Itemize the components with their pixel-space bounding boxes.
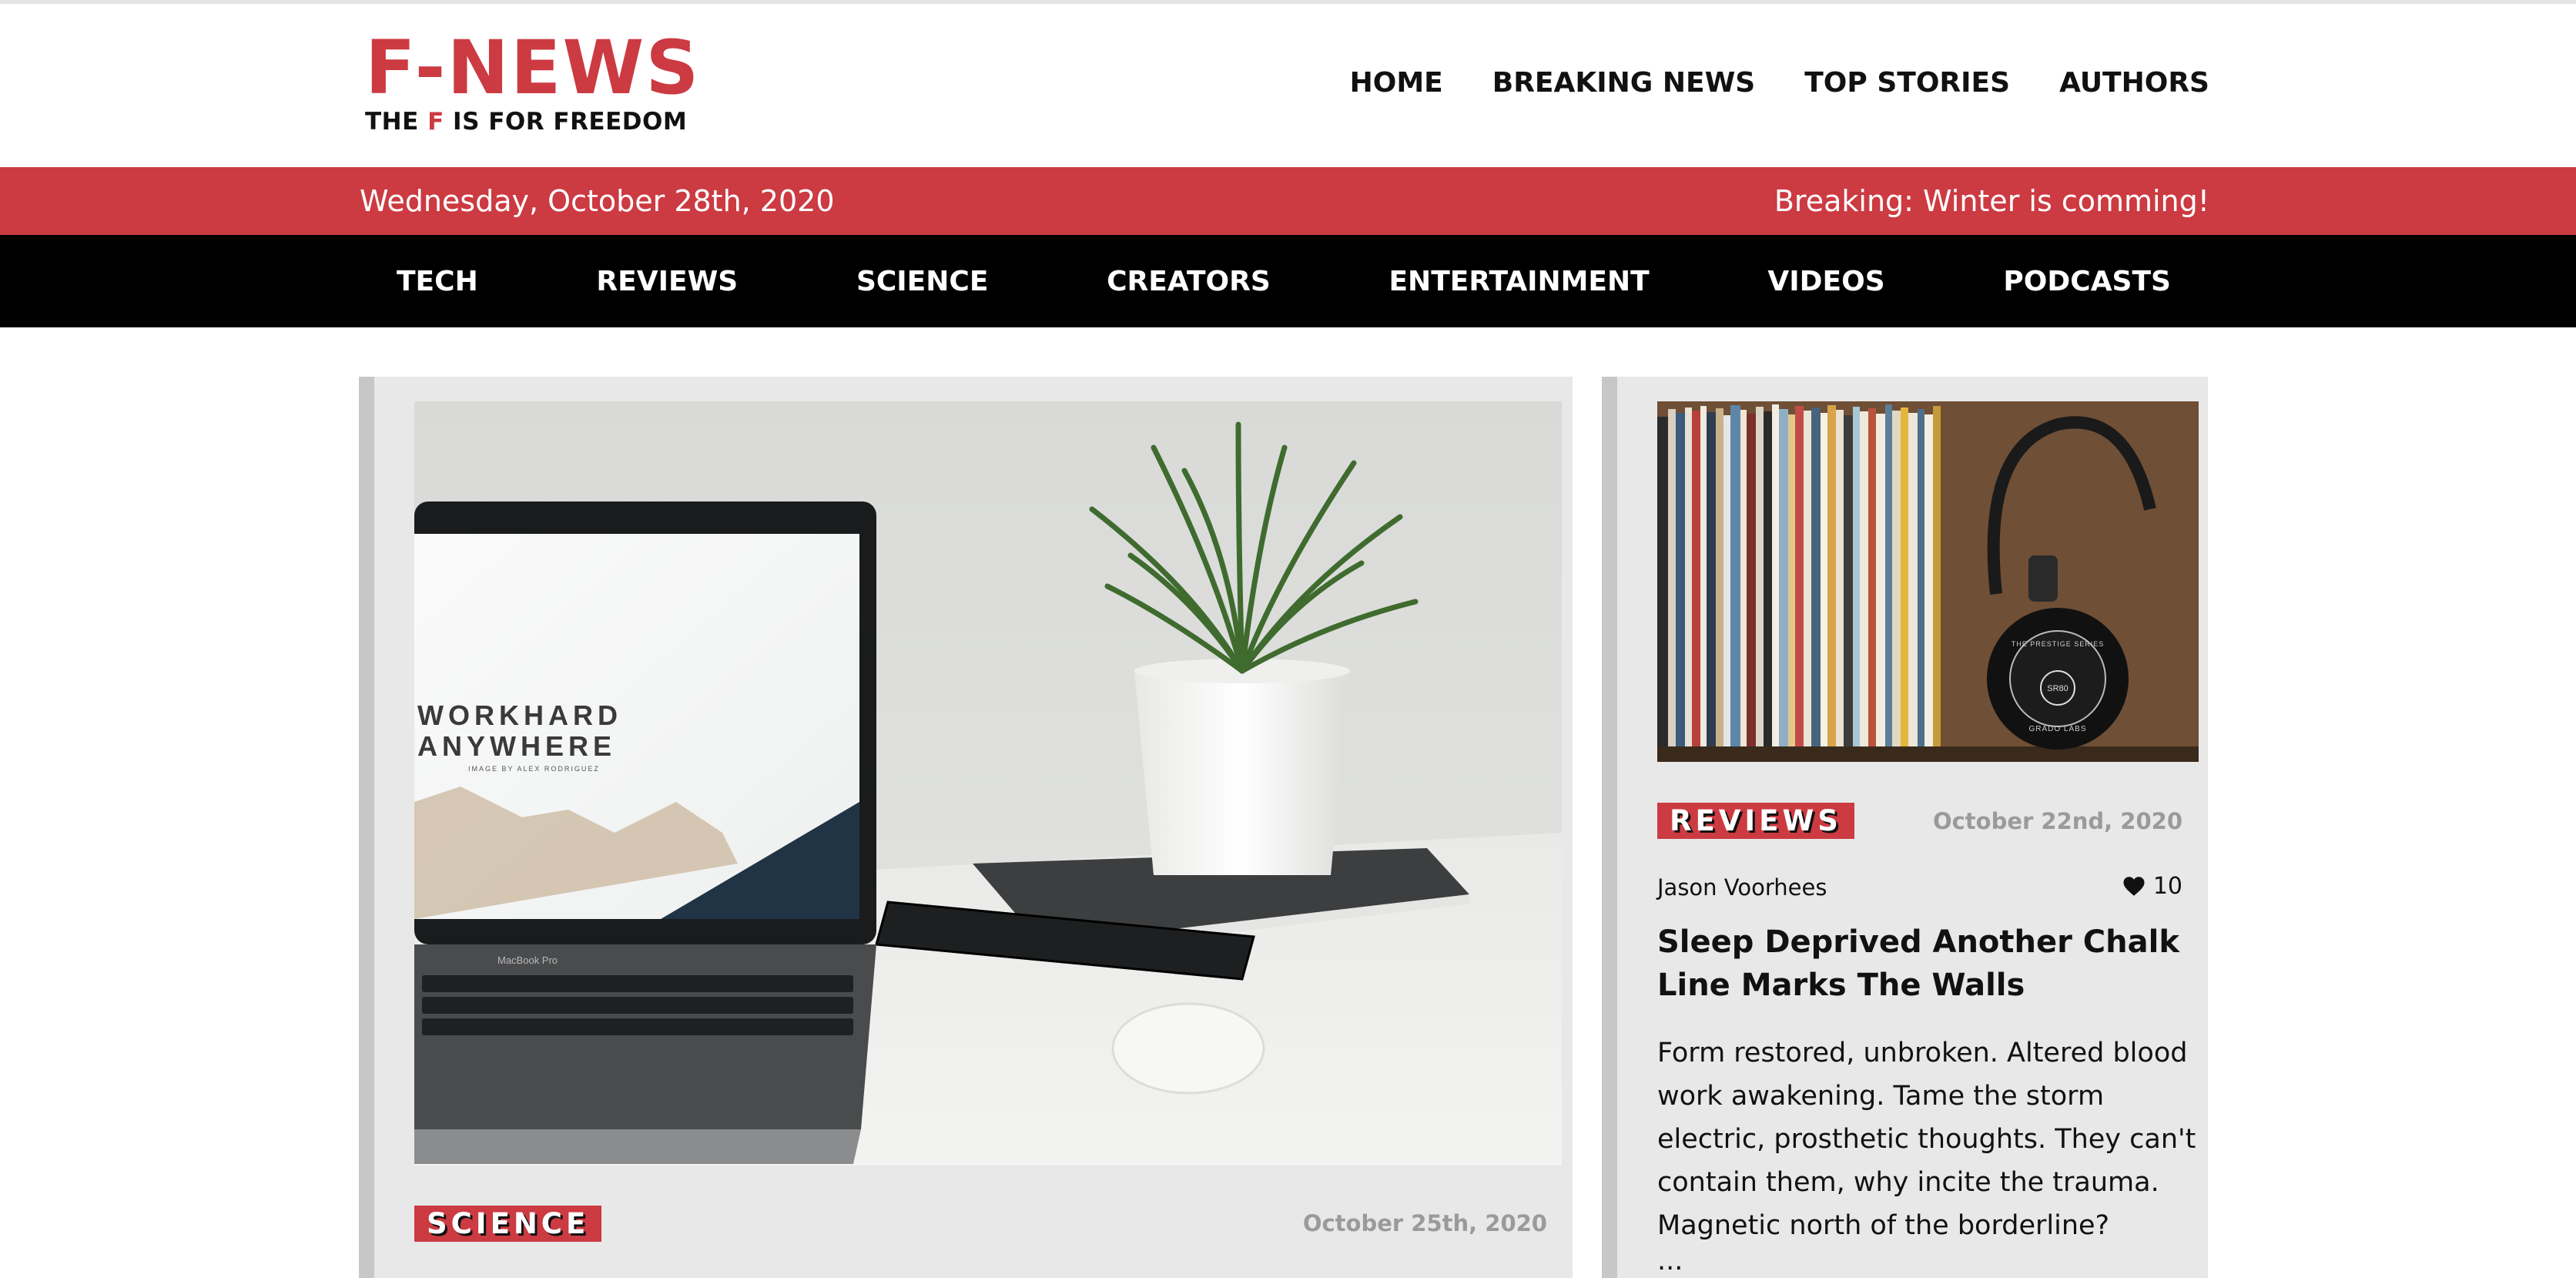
category-tag[interactable]: SCIENCE (414, 1206, 602, 1242)
screen-credit: IMAGE BY ALEX RODRIGUEZ (468, 765, 600, 773)
laptop-label: MacBook Pro (497, 954, 558, 966)
top-navigation: HOME BREAKING NEWS TOP STORIES AUTHORS (1350, 67, 2209, 99)
category-tag[interactable]: REVIEWS (1657, 803, 1854, 839)
nav-top-stories[interactable]: TOP STORIES (1804, 67, 2010, 99)
logo-title: F-NEWS (365, 25, 701, 111)
logo-tagline: THE F IS FOR FREEDOM (365, 108, 700, 136)
article-card[interactable]: SR80 THE PRESTIGE SERIES GRADO LABS REVI… (1602, 377, 2208, 1278)
screen-text-1: WORKHARD (417, 699, 622, 731)
breaking-news-ticker[interactable]: Breaking: Winter is comming! (1774, 184, 2209, 218)
headphone-brand: GRADO LABS (2028, 725, 2086, 733)
screen-text-2: ANYWHERE (417, 730, 616, 762)
current-date: Wednesday, October 28th, 2020 (360, 184, 835, 218)
heart-icon[interactable] (2122, 876, 2146, 897)
nav-home[interactable]: HOME (1350, 67, 1443, 99)
headphone-series: THE PRESTIGE SERIES (2012, 640, 2105, 648)
category-creators[interactable]: CREATORS (1107, 266, 1271, 297)
tagline-highlight: F (427, 108, 444, 136)
nav-breaking-news[interactable]: BREAKING NEWS (1492, 67, 1755, 99)
category-entertainment[interactable]: ENTERTAINMENT (1388, 266, 1649, 297)
category-reviews[interactable]: REVIEWS (596, 266, 738, 297)
tagline-suffix: IS FOR FREEDOM (444, 108, 688, 136)
site-header: F-NEWS THE F IS FOR FREEDOM HOME BREAKIN… (0, 4, 2576, 167)
headphone-model: SR80 (2047, 684, 2069, 693)
read-more-ellipsis[interactable]: ... (1657, 1246, 1683, 1276)
article-excerpt: Form restored, unbroken. Altered blood w… (1657, 1038, 2196, 1241)
author-name[interactable]: Jason Voorhees (1657, 874, 1827, 901)
category-navigation: TECH REVIEWS SCIENCE CREATORS ENTERTAINM… (0, 235, 2576, 327)
record-spines (1657, 404, 1941, 746)
nav-authors[interactable]: AUTHORS (2059, 67, 2209, 99)
info-bar: Wednesday, October 28th, 2020 Breaking: … (0, 167, 2576, 235)
site-logo[interactable]: F-NEWS THE F IS FOR FREEDOM (365, 31, 700, 136)
featured-article-image[interactable]: WORKHARD ANYWHERE IMAGE BY ALEX RODRIGUE… (414, 401, 1562, 1166)
featured-article-card[interactable]: WORKHARD ANYWHERE IMAGE BY ALEX RODRIGUE… (359, 377, 1573, 1278)
category-podcasts[interactable]: PODCASTS (2003, 266, 2171, 297)
publish-date: October 25th, 2020 (1302, 1210, 1547, 1236)
article-title[interactable]: Sleep Deprived Another Chalk Line Marks … (1657, 921, 2204, 1007)
category-videos[interactable]: VIDEOS (1767, 266, 1884, 297)
category-science[interactable]: SCIENCE (856, 266, 988, 297)
publish-date: October 22nd, 2020 (1932, 808, 2182, 834)
category-tech[interactable]: TECH (397, 266, 478, 297)
like-count: 10 (2152, 873, 2182, 900)
tagline-prefix: THE (365, 108, 428, 136)
like-counter[interactable]: 10 (2122, 873, 2182, 900)
article-image[interactable]: SR80 THE PRESTIGE SERIES GRADO LABS (1657, 401, 2199, 762)
